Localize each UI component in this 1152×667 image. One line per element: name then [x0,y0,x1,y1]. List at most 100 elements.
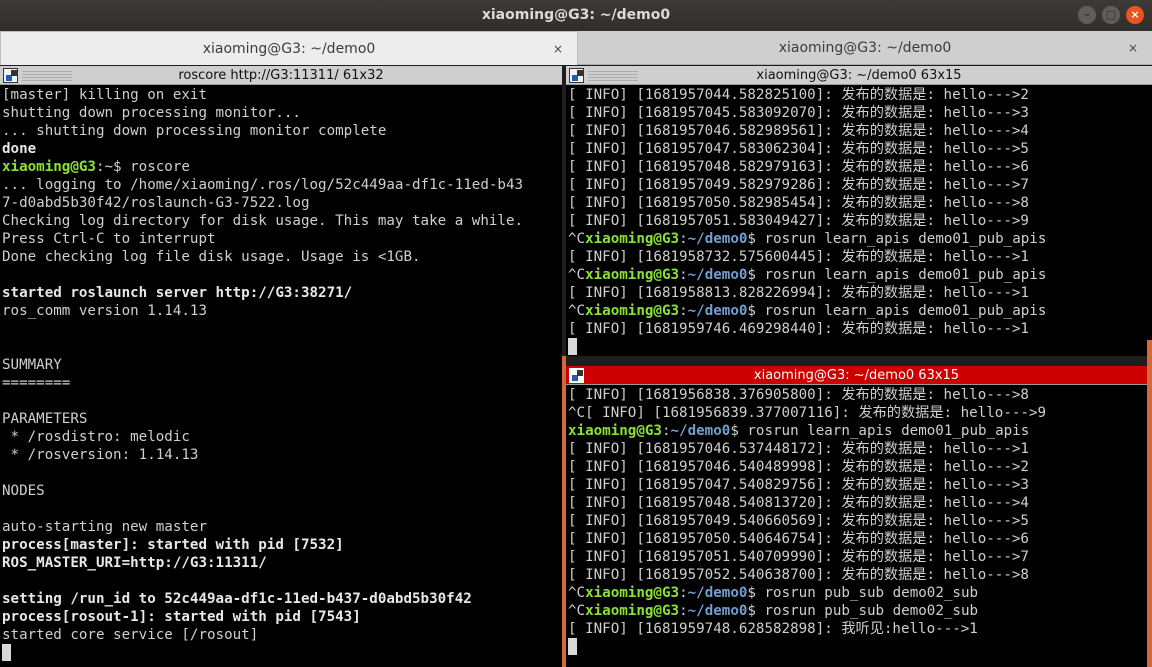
terminal-text: ^C [568,303,586,319]
terminal-text: [ INFO] [1681957049.540660569]: 发布的数据是: … [568,513,1029,529]
prompt-user: xiaoming@G3 [585,603,680,619]
tab-2-close-icon[interactable]: × [1128,31,1138,65]
close-window-button[interactable]: × [1126,6,1144,24]
pane-left-header[interactable]: roscore http://G3:11311/ 61x32 [0,66,562,85]
terminal-line: process[rosout-1]: started with pid [754… [2,608,560,626]
terminal-line: [ INFO] [1681957044.582825100]: 发布的数据是: … [568,86,1150,104]
terminal-line: 7-d0abd5b30f42/roslaunch-G3-7522.log [2,194,560,212]
terminal-text: [ INFO] [1681957044.582825100]: 发布的数据是: … [568,87,1029,103]
terminal-text: [ INFO] [1681957046.540489998]: 发布的数据是: … [568,459,1029,475]
terminal-text: setting /run_id to 52c449aa-df1c-11ed-b4… [2,591,472,607]
terminal-text: : [679,267,688,283]
terminal-line: NODES [2,482,560,500]
prompt-path: ~/demo0 [670,423,731,439]
terminal-line: [ INFO] [1681957047.540829756]: 发布的数据是: … [568,476,1145,494]
terminal-text: $ rosrun learn_apis demo01_pub_apis [730,423,1030,439]
terminal-line: ros_comm version 1.14.13 [2,302,560,320]
terminal-line: [ INFO] [1681957048.540813720]: 发布的数据是: … [568,494,1145,512]
terminal-line: xiaoming@G3:~$ roscore [2,158,560,176]
terminal-line: [master] killing on exit [2,86,560,104]
terminal-line: [ INFO] [1681957052.540638700]: 发布的数据是: … [568,566,1145,584]
terminal-line: [ INFO] [1681957051.583049427]: 发布的数据是: … [568,212,1150,230]
terminal-menu-icon[interactable] [569,68,584,83]
minimize-button[interactable]: – [1078,6,1096,24]
terminal-menu-icon[interactable] [569,368,584,383]
terminal-text: : [679,603,688,619]
prompt-path: ~/demo0 [687,585,748,601]
terminal-text: [ INFO] [1681958813.828226994]: 发布的数据是: … [568,285,1029,301]
drag-grip-icon[interactable] [588,70,638,81]
terminal-line: ^Cxiaoming@G3:~/demo0$ rosrun pub_sub de… [568,602,1145,620]
terminal-line: started core service [/rosout] [2,626,560,644]
prompt-user: xiaoming@G3 [585,231,680,247]
terminal-output[interactable]: [master] killing on exit shutting down pr… [0,86,562,667]
terminal-text: ^C[ INFO] [1681956839.377007116]: 发布的数据是… [568,405,1047,421]
window-title: xiaoming@G3: ~/demo0 [481,7,671,23]
terminal-line: [ INFO] [1681957045.583092070]: 发布的数据是: … [568,104,1150,122]
tab-1[interactable]: xiaoming@G3: ~/demo0 × [0,31,578,65]
pane-splitter-right-edge[interactable] [1147,340,1152,667]
terminal-text: $ rosrun learn_apis demo01_pub_apis [747,267,1047,283]
terminal-cursor [2,644,11,661]
terminal-cursor [568,638,577,655]
terminal-text: NODES [2,483,45,499]
terminal-line: * /rosdistro: melodic [2,428,560,446]
tab-2[interactable]: xiaoming@G3: ~/demo0 × [578,31,1152,65]
prompt-user: xiaoming@G3 [568,423,662,439]
terminal-pane-bottom-right[interactable]: xiaoming@G3: ~/demo0 63x15 [ INFO] [1681… [566,366,1147,667]
terminal-text: [ INFO] [1681957050.540646754]: 发布的数据是: … [568,531,1029,547]
terminal-text: Done checking log file disk usage. Usage… [2,249,421,265]
terminal-text: ... shutting down processing monitor com… [2,123,387,139]
terminal-text: Checking log directory for disk usage. T… [2,213,524,229]
window-titlebar[interactable]: xiaoming@G3: ~/demo0 – □ × [0,0,1152,31]
pane-bottom-right-header[interactable]: xiaoming@G3: ~/demo0 63x15 [566,366,1147,385]
terminal-text: shutting down processing monitor... [2,105,301,121]
tab-1-close-icon[interactable]: × [553,32,563,66]
terminal-output[interactable]: [ INFO] [1681957044.582825100]: 发布的数据是: … [566,86,1152,356]
terminal-line: ^Cxiaoming@G3:~/demo0$ rosrun learn_apis… [568,230,1150,248]
terminal-cursor-line [568,638,1145,656]
terminal-line: Done checking log file disk usage. Usage… [2,248,560,266]
prompt-user: xiaoming@G3 [2,159,96,175]
terminal-pane-left[interactable]: roscore http://G3:11311/ 61x32 [master] … [0,66,562,667]
pane-splitter-vertical[interactable] [562,356,566,667]
terminal-line: ^C[ INFO] [1681956839.377007116]: 发布的数据是… [568,404,1145,422]
terminal-line: ======== [2,374,560,392]
terminal-pane-top-right[interactable]: xiaoming@G3: ~/demo0 63x15 [ INFO] [1681… [566,66,1152,356]
prompt-user: xiaoming@G3 [585,585,680,601]
prompt-path: ~/demo0 [687,303,748,319]
pane-top-right-header[interactable]: xiaoming@G3: ~/demo0 63x15 [566,66,1152,85]
terminator-window: xiaoming@G3: ~/demo0 – □ × xiaoming@G3: … [0,0,1152,667]
terminal-line: ROS_MASTER_URI=http://G3:11311/ [2,554,560,572]
terminal-text: $ rosrun pub_sub demo02_sub [747,585,979,601]
terminal-text: ^C [568,603,586,619]
terminal-line: done [2,140,560,158]
terminal-text: * /rosversion: 1.14.13 [2,447,199,463]
terminal-line: [ INFO] [1681957049.540660569]: 发布的数据是: … [568,512,1145,530]
terminal-line: [ INFO] [1681957046.540489998]: 发布的数据是: … [568,458,1145,476]
terminal-text: ros_comm version 1.14.13 [2,303,207,319]
terminal-text: PARAMETERS [2,411,88,427]
drag-grip-icon[interactable] [22,70,72,81]
terminal-text: [ INFO] [1681957046.582989561]: 发布的数据是: … [568,123,1029,139]
terminal-text: [ INFO] [1681957046.537448172]: 发布的数据是: … [568,441,1029,457]
terminal-menu-icon[interactable] [3,68,18,83]
terminal-text: [ INFO] [1681957048.540813720]: 发布的数据是: … [568,495,1029,511]
terminal-text: ======== [2,375,71,391]
terminal-text: auto-starting new master [2,519,207,535]
terminal-line: [ INFO] [1681959748.628582898]: 我听见:hell… [568,620,1145,638]
terminal-text: process[master]: started with pid [7532] [2,537,344,553]
terminal-line: [ INFO] [1681957046.537448172]: 发布的数据是: … [568,440,1145,458]
terminal-line: [ INFO] [1681957048.582979163]: 发布的数据是: … [568,158,1150,176]
window-controls: – □ × [1078,6,1144,24]
terminal-line: shutting down processing monitor... [2,104,560,122]
tab-2-label: xiaoming@G3: ~/demo0 [778,40,952,56]
terminal-output[interactable]: [ INFO] [1681956838.376905800]: 发布的数据是: … [566,386,1147,667]
terminal-text: $ rosrun pub_sub demo02_sub [747,603,979,619]
pane-bottom-right-title: xiaoming@G3: ~/demo0 63x15 [753,368,960,383]
maximize-button[interactable]: □ [1102,6,1120,24]
